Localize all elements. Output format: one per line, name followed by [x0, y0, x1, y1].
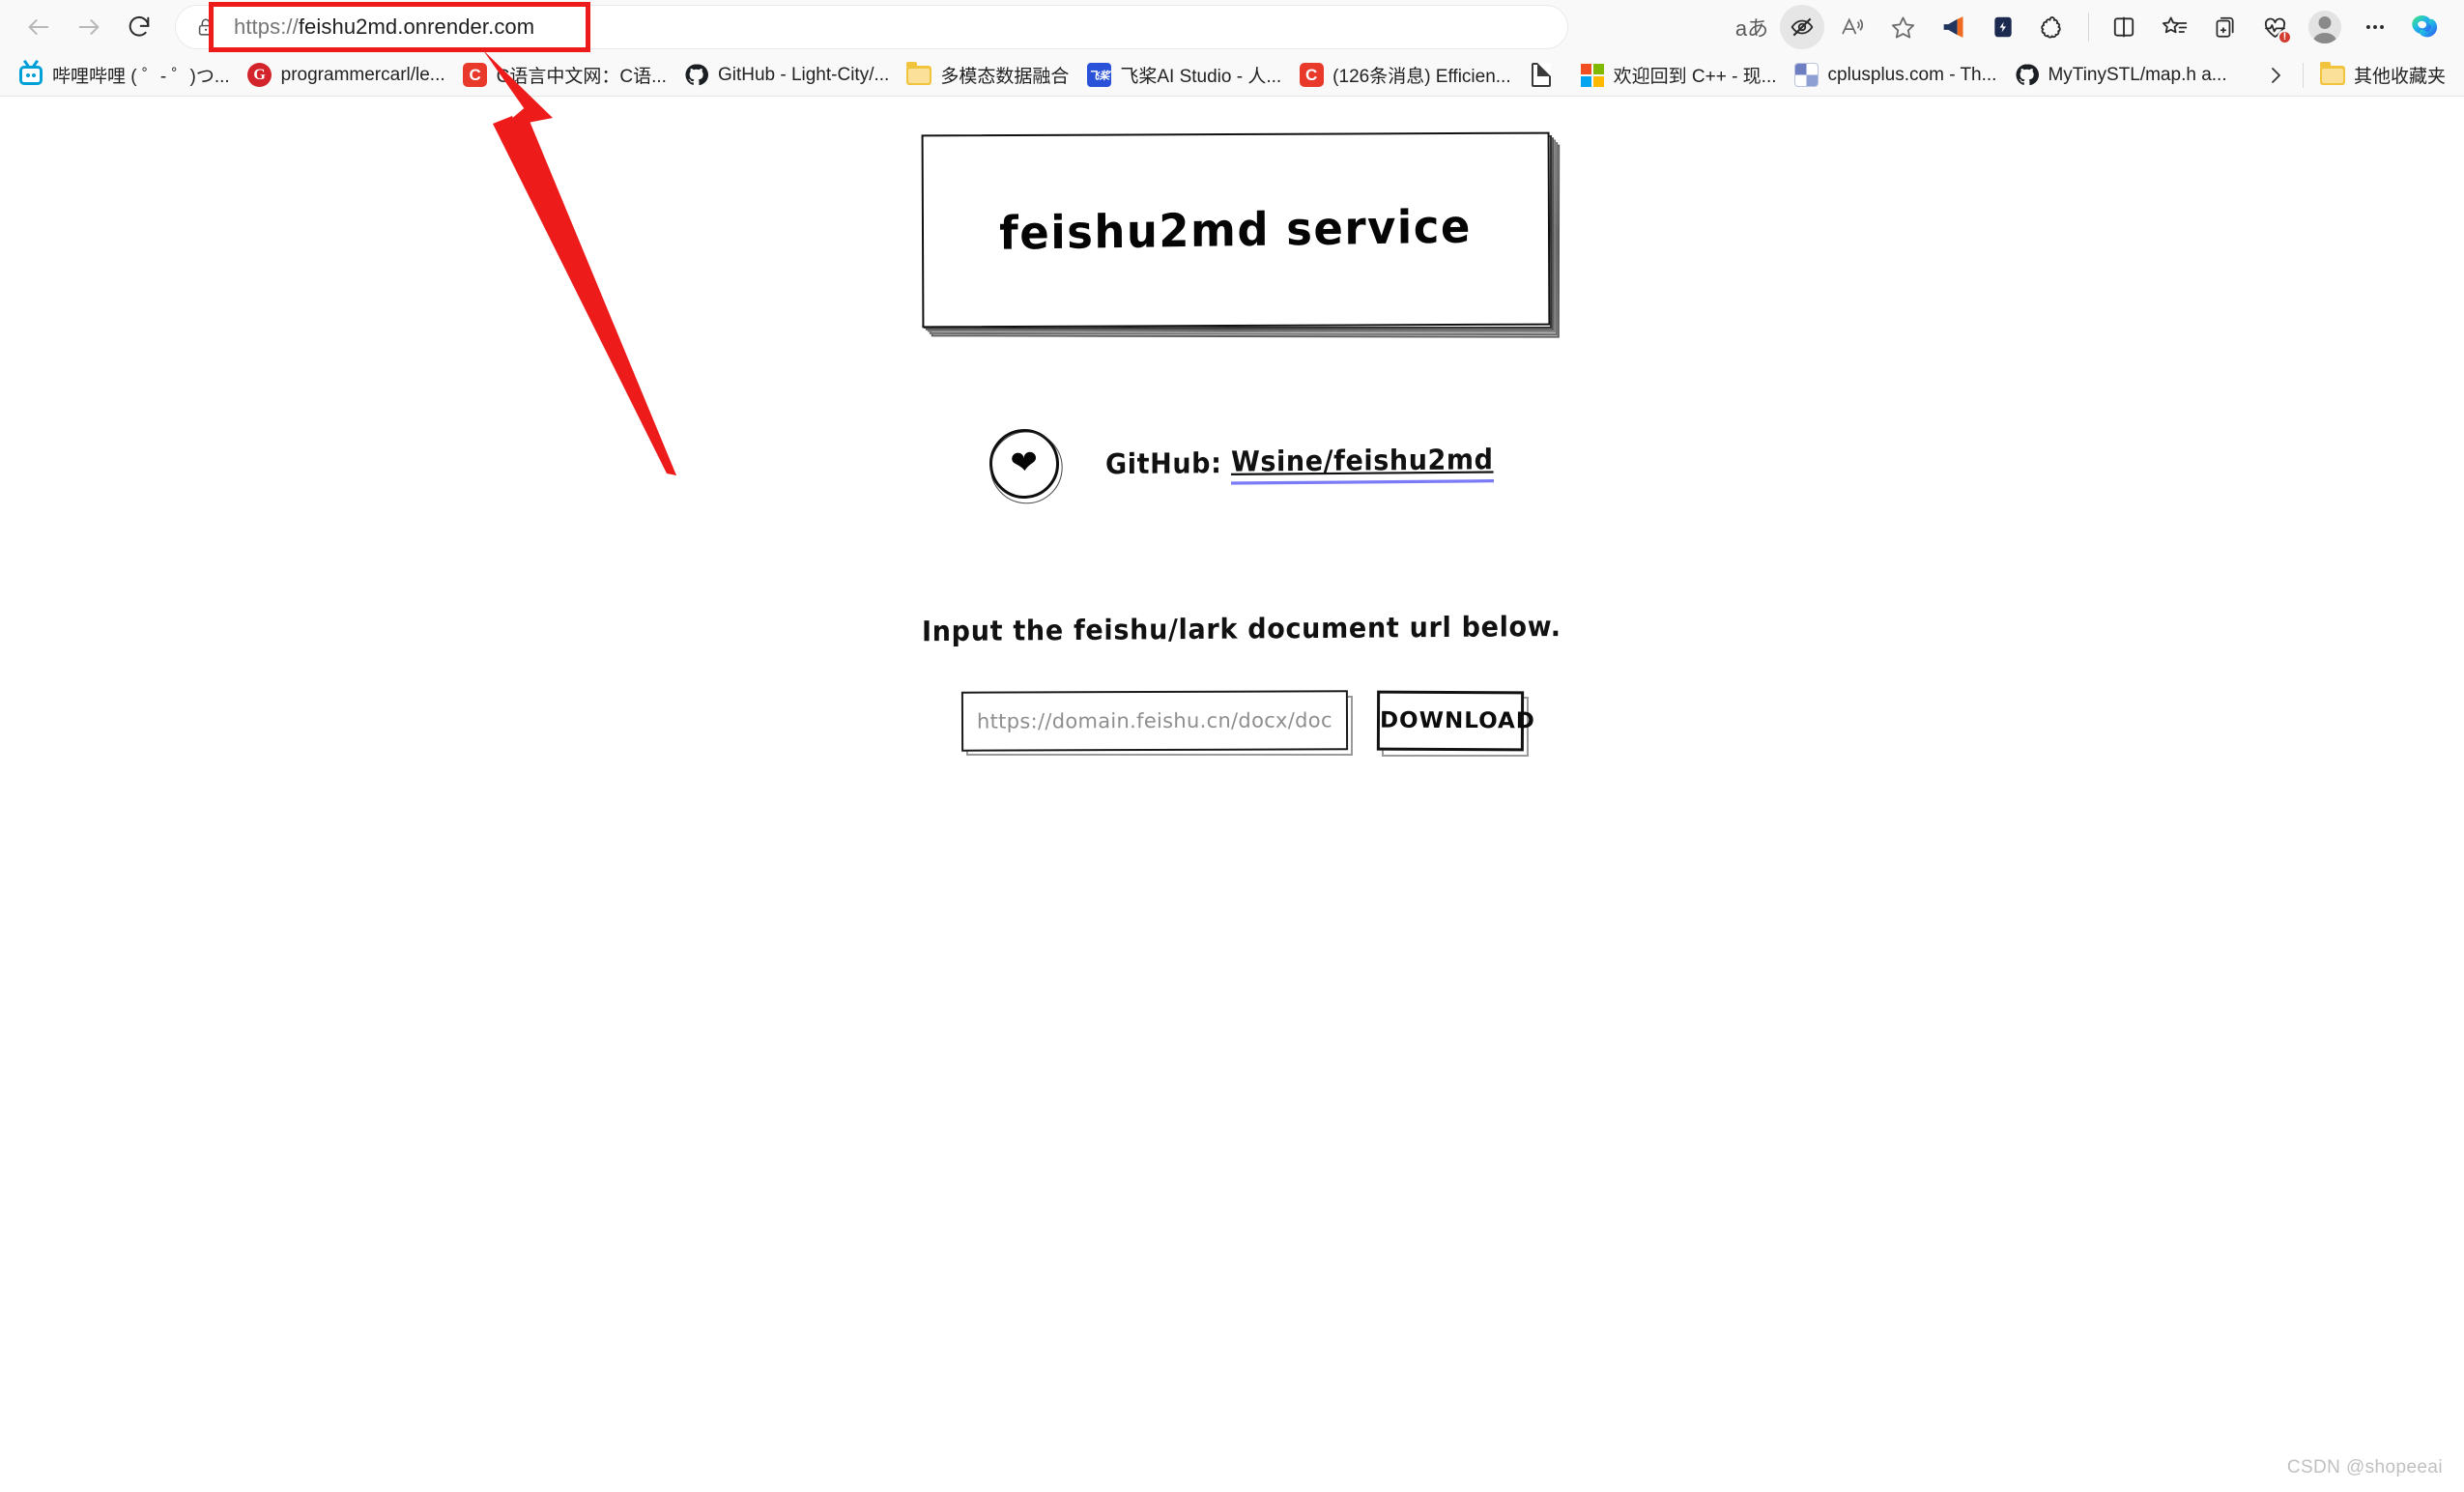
health-alert-badge: !: [2278, 30, 2292, 44]
refresh-icon: [129, 15, 150, 37]
url-input-wrap: [960, 690, 1353, 756]
watermark: CSDN @shopeeai: [2286, 1457, 2443, 1478]
input-prompt-text: Input the feishu/lark document url below…: [922, 611, 1561, 648]
url-scheme: https://: [234, 14, 299, 39]
c-language-favicon: C: [463, 63, 488, 88]
url-text: https://feishu2md.onrender.com: [234, 14, 534, 40]
bookmark-csdn-message[interactable]: C (126条消息) Efficien...: [1290, 59, 1519, 92]
bookmark-mytinystl[interactable]: MyTinySTL/map.h a...: [2005, 59, 2235, 92]
download-form: DOWNLOAD: [960, 690, 1535, 757]
bookmarks-bar: 哔哩哔哩 ( ゜- ゜)つ... G programmercarl/le... …: [0, 54, 2464, 97]
cplusplus-favicon: [1794, 63, 1819, 88]
bookmark-cpp-welcome[interactable]: 欢迎回到 C++ - 现...: [1571, 59, 1786, 92]
bookmark-label: MyTinySTL/map.h a...: [2048, 64, 2227, 85]
bookmark-label: programmercarl/le...: [280, 64, 445, 85]
immersive-reader-icon[interactable]: [1830, 5, 1875, 49]
avatar: [2308, 11, 2341, 43]
microsoft-favicon: [1580, 63, 1605, 88]
read-aloud-off-icon[interactable]: [1780, 5, 1824, 49]
page-content: feishu2md service ❤ GitHub: Wsine/feishu…: [0, 97, 2464, 757]
bookmark-label: cplusplus.com - Th...: [1827, 64, 1997, 85]
download-button-wrap: DOWNLOAD: [1376, 690, 1535, 757]
add-favorite-icon[interactable]: [1880, 5, 1925, 49]
translate-icon[interactable]: aあ: [1730, 5, 1774, 49]
github-favicon: [684, 63, 709, 88]
other-favorites-label: 其他收藏夹: [2353, 67, 2446, 87]
edge-drop-icon[interactable]: [1981, 5, 2025, 49]
github-link[interactable]: Wsine/feishu2md: [1231, 443, 1495, 485]
page-favicon: [1529, 63, 1554, 88]
bookmark-label: 飞桨AI Studio - 人...: [1120, 67, 1282, 87]
page-title: feishu2md service: [999, 199, 1473, 261]
translate-glyph: aあ: [1734, 16, 1769, 41]
browser-toolbar: https://feishu2md.onrender.com aあ !: [0, 0, 2464, 54]
github-label: GitHub:: [1104, 446, 1222, 481]
bookmark-label: (126条消息) Efficien...: [1332, 67, 1511, 87]
bookmark-label: GitHub - Light-City/...: [717, 64, 890, 85]
bookmark-c-language[interactable]: C C语言中文网：C语...: [454, 59, 675, 92]
bookmark-programmercarl[interactable]: G programmercarl/le...: [239, 59, 454, 92]
programmercarl-favicon: G: [247, 63, 272, 88]
bookmark-label: C语言中文网：C语...: [496, 67, 667, 87]
github-favicon: [2014, 63, 2039, 88]
toolbar-divider: [2088, 13, 2089, 42]
title-card: feishu2md service: [921, 131, 1561, 338]
url-input[interactable]: [960, 690, 1349, 752]
forward-button[interactable]: [64, 2, 114, 52]
split-screen-icon[interactable]: [2102, 5, 2146, 49]
heart-icon: ❤: [987, 426, 1062, 502]
toolbar-icon-group: aあ !: [1727, 5, 2450, 49]
copilot-icon[interactable]: [2403, 5, 2448, 49]
favorites-icon[interactable]: [2152, 5, 2196, 49]
folder-favicon: [906, 61, 932, 88]
chevron-right-icon[interactable]: [2256, 59, 2295, 92]
heart-glyph: ❤: [1009, 444, 1040, 482]
other-favorites-button[interactable]: 其他收藏夹: [2311, 59, 2454, 92]
bilibili-favicon: [18, 63, 43, 88]
address-bar[interactable]: https://feishu2md.onrender.com: [176, 6, 1567, 48]
paddle-favicon: 飞桨: [1086, 63, 1111, 88]
title-card-front: feishu2md service: [921, 131, 1551, 329]
folder-favicon: [2319, 61, 2345, 88]
arrow-left-icon: [28, 19, 49, 35]
promo-megaphone-icon[interactable]: [1931, 5, 1975, 49]
download-button[interactable]: DOWNLOAD: [1376, 690, 1535, 752]
arrow-right-icon: [78, 19, 100, 35]
bookmark-multimodal-folder[interactable]: 多模态数据融合: [898, 59, 1077, 92]
settings-more-icon[interactable]: [2353, 5, 2397, 49]
profile-avatar[interactable]: [2303, 5, 2347, 49]
browser-chrome: https://feishu2md.onrender.com aあ ! 哔哩哔哩…: [0, 0, 2464, 97]
url-host: feishu2md.onrender.com: [298, 14, 535, 39]
collections-icon[interactable]: [2202, 5, 2247, 49]
github-row: ❤ GitHub: Wsine/feishu2md: [987, 426, 1495, 502]
bookmark-github-lightcity[interactable]: GitHub - Light-City/...: [675, 59, 898, 92]
lock-icon[interactable]: [193, 14, 218, 40]
refresh-button[interactable]: [114, 2, 164, 52]
bookmark-label: 多模态数据融合: [940, 67, 1070, 87]
bookmark-label: 欢迎回到 C++ - 现...: [1613, 67, 1777, 87]
bookmarks-overflow-group: 其他收藏夹: [2256, 59, 2454, 92]
bookmark-label: 哔哩哔哩 ( ゜- ゜)つ...: [52, 67, 230, 87]
bookmarks-divider: [2302, 62, 2304, 88]
browser-health-icon[interactable]: !: [2252, 5, 2297, 49]
csdn-favicon: C: [1299, 63, 1324, 88]
back-button[interactable]: [14, 2, 64, 52]
address-bar-wrap: https://feishu2md.onrender.com: [176, 6, 1717, 48]
bookmark-untitled-page[interactable]: [1520, 59, 1571, 92]
page-viewport: feishu2md service ❤ GitHub: Wsine/feishu…: [0, 97, 2464, 1492]
bookmark-cplusplus-com[interactable]: cplusplus.com - Th...: [1786, 59, 2006, 92]
browser-essentials-icon[interactable]: [2031, 5, 2076, 49]
bookmark-paddle-ai-studio[interactable]: 飞桨 飞桨AI Studio - 人...: [1077, 59, 1290, 92]
bookmark-bilibili[interactable]: 哔哩哔哩 ( ゜- ゜)つ...: [10, 59, 239, 92]
